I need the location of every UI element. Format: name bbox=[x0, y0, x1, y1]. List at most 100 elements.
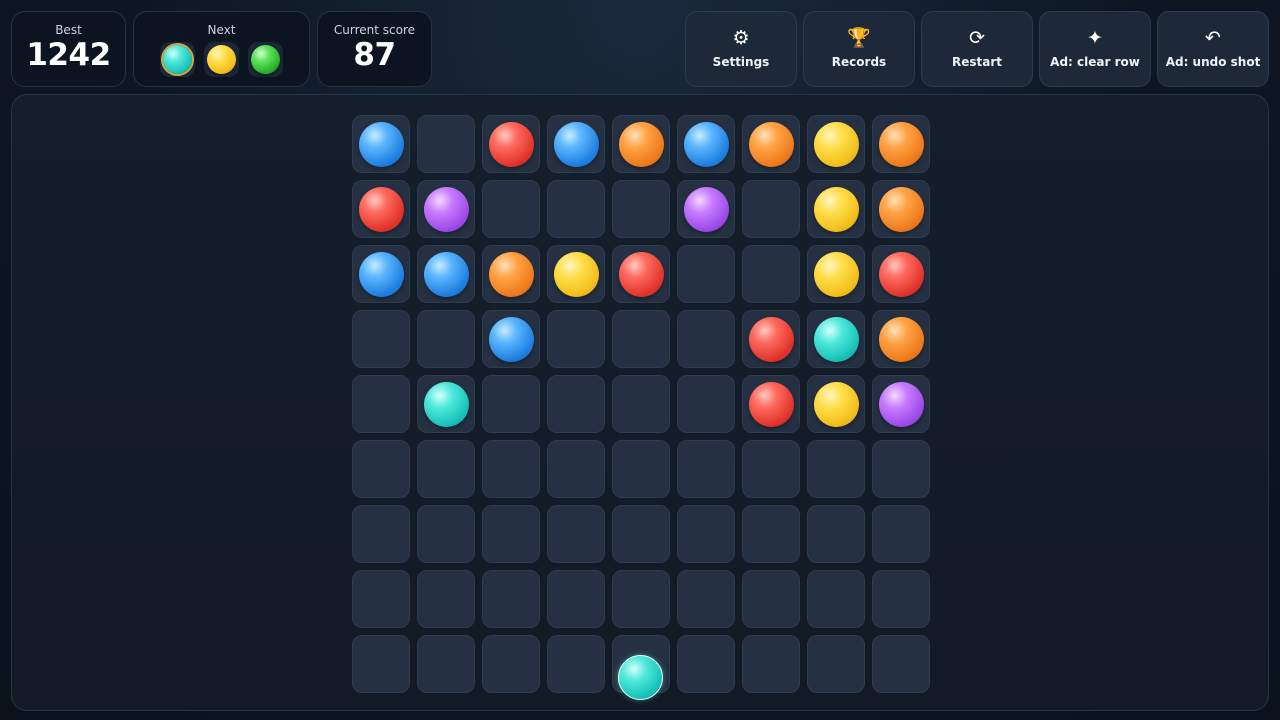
grid-cell[interactable] bbox=[417, 570, 475, 628]
grid-cell[interactable] bbox=[352, 245, 410, 303]
grid-cell[interactable] bbox=[807, 440, 865, 498]
grid-cell[interactable] bbox=[482, 310, 540, 368]
ball-red bbox=[618, 251, 664, 297]
grid-cell[interactable] bbox=[612, 115, 670, 173]
grid-cell[interactable] bbox=[742, 245, 800, 303]
grid-cell[interactable] bbox=[547, 375, 605, 433]
grid-cell[interactable] bbox=[872, 505, 930, 563]
grid-cell[interactable] bbox=[482, 180, 540, 238]
grid-cell[interactable] bbox=[872, 310, 930, 368]
ball-blue bbox=[683, 121, 729, 167]
grid-cell[interactable] bbox=[677, 310, 735, 368]
grid-cell[interactable] bbox=[482, 375, 540, 433]
next-balls-queue bbox=[134, 42, 309, 77]
grid-cell[interactable] bbox=[352, 310, 410, 368]
grid-cell[interactable] bbox=[872, 635, 930, 693]
grid-cell[interactable] bbox=[352, 440, 410, 498]
grid-cell[interactable] bbox=[612, 245, 670, 303]
records-button[interactable]: 🏆 Records bbox=[803, 11, 915, 87]
grid-cell[interactable] bbox=[352, 180, 410, 238]
game-screen: Best 1242 Next Current score 87 ⚙ Settin… bbox=[0, 0, 1280, 720]
grid-cell[interactable] bbox=[872, 440, 930, 498]
grid-cell[interactable] bbox=[807, 115, 865, 173]
shooter-ball[interactable] bbox=[618, 655, 663, 700]
grid-cell[interactable] bbox=[677, 375, 735, 433]
grid-cell[interactable] bbox=[417, 180, 475, 238]
game-board[interactable] bbox=[11, 94, 1269, 711]
grid-cell[interactable] bbox=[612, 180, 670, 238]
grid-cell[interactable] bbox=[417, 375, 475, 433]
grid-cell[interactable] bbox=[482, 635, 540, 693]
grid-cell[interactable] bbox=[352, 115, 410, 173]
grid-cell[interactable] bbox=[612, 375, 670, 433]
restart-button[interactable]: ⟳ Restart bbox=[921, 11, 1033, 87]
grid-cell[interactable] bbox=[612, 310, 670, 368]
grid-cell[interactable] bbox=[742, 180, 800, 238]
ball-red bbox=[748, 381, 794, 427]
grid-cell[interactable] bbox=[807, 310, 865, 368]
grid-cell[interactable] bbox=[417, 505, 475, 563]
grid-cell[interactable] bbox=[872, 180, 930, 238]
ball-orange bbox=[878, 316, 924, 362]
ad-clear-row-button[interactable]: ✦ Ad: clear row bbox=[1039, 11, 1151, 87]
grid-cell[interactable] bbox=[612, 440, 670, 498]
grid-cell[interactable] bbox=[352, 505, 410, 563]
grid-cell[interactable] bbox=[547, 635, 605, 693]
grid-cell[interactable] bbox=[872, 375, 930, 433]
grid-cell[interactable] bbox=[547, 310, 605, 368]
grid-cell[interactable] bbox=[482, 505, 540, 563]
grid-cell[interactable] bbox=[742, 635, 800, 693]
records-label: Records bbox=[831, 55, 887, 69]
grid-cell[interactable] bbox=[807, 635, 865, 693]
grid-cell[interactable] bbox=[677, 635, 735, 693]
grid-cell[interactable] bbox=[677, 180, 735, 238]
grid-cell[interactable] bbox=[872, 245, 930, 303]
grid-cell[interactable] bbox=[352, 570, 410, 628]
next-ball-yellow bbox=[207, 45, 236, 74]
ball-red bbox=[878, 251, 924, 297]
grid-cell[interactable] bbox=[807, 375, 865, 433]
grid-cell[interactable] bbox=[742, 310, 800, 368]
grid-cell[interactable] bbox=[612, 505, 670, 563]
grid-cell[interactable] bbox=[482, 245, 540, 303]
grid-cell[interactable] bbox=[742, 440, 800, 498]
grid-cell[interactable] bbox=[742, 115, 800, 173]
grid-cell[interactable] bbox=[872, 115, 930, 173]
undo-icon: ↶ bbox=[1205, 27, 1221, 49]
grid-cell[interactable] bbox=[352, 375, 410, 433]
grid-cell[interactable] bbox=[547, 440, 605, 498]
grid-cell[interactable] bbox=[482, 115, 540, 173]
grid-cell[interactable] bbox=[482, 440, 540, 498]
ad-undo-shot-button[interactable]: ↶ Ad: undo shot bbox=[1157, 11, 1269, 87]
grid-cell[interactable] bbox=[807, 180, 865, 238]
grid-cell[interactable] bbox=[547, 245, 605, 303]
grid-cell[interactable] bbox=[417, 440, 475, 498]
grid-cell[interactable] bbox=[417, 310, 475, 368]
ball-red bbox=[488, 121, 534, 167]
grid-cell[interactable] bbox=[417, 115, 475, 173]
grid-cell[interactable] bbox=[547, 115, 605, 173]
grid-cell[interactable] bbox=[807, 570, 865, 628]
grid-cell[interactable] bbox=[742, 375, 800, 433]
grid-cell[interactable] bbox=[677, 505, 735, 563]
grid-cell[interactable] bbox=[742, 505, 800, 563]
grid-cell[interactable] bbox=[352, 635, 410, 693]
grid-cell[interactable] bbox=[417, 635, 475, 693]
grid-cell[interactable] bbox=[677, 440, 735, 498]
grid-cell[interactable] bbox=[482, 570, 540, 628]
grid-cell[interactable] bbox=[677, 570, 735, 628]
grid-cell[interactable] bbox=[742, 570, 800, 628]
grid-cell[interactable] bbox=[677, 115, 735, 173]
ball-blue bbox=[488, 316, 534, 362]
grid-cell[interactable] bbox=[417, 245, 475, 303]
settings-button[interactable]: ⚙ Settings bbox=[685, 11, 797, 87]
grid-cell[interactable] bbox=[547, 505, 605, 563]
grid-cell[interactable] bbox=[807, 245, 865, 303]
grid-cell[interactable] bbox=[872, 570, 930, 628]
grid-cell[interactable] bbox=[547, 180, 605, 238]
grid-cell[interactable] bbox=[807, 505, 865, 563]
grid-cell[interactable] bbox=[547, 570, 605, 628]
grid-cell[interactable] bbox=[677, 245, 735, 303]
grid-cell[interactable] bbox=[612, 570, 670, 628]
ball-blue bbox=[358, 121, 404, 167]
